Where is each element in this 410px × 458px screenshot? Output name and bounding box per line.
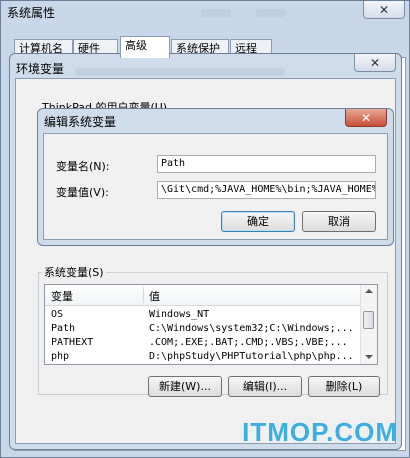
variable-value-label: 变量值(V): [56,186,109,199]
watermark-logo: ITMOP.COM [242,417,398,448]
blurred-text [201,9,231,17]
list-scrollbar[interactable] [360,285,377,364]
variable-value-field[interactable]: \Git\cmd;%JAVA_HOME%\bin;%JAVA_HOME% [157,181,376,199]
list-header: 变量 值 [45,285,361,306]
edit-dialog-title: 编辑系统变量 [44,115,117,129]
scroll-up-arrow-icon[interactable] [365,289,373,293]
table-row[interactable]: php D:\phpStudy\PHPTutorial\php\php... [45,350,361,364]
system-properties-close-button[interactable]: ✕ [363,1,405,19]
column-header-variable[interactable]: 变量 [51,288,73,304]
blurred-text [75,68,285,76]
close-icon: ✕ [360,110,372,125]
edit-variable-button[interactable]: 编辑(I)... [228,376,302,397]
table-row[interactable]: PATHEXT .COM;.EXE;.BAT;.CMD;.VBS;.VBE;..… [45,336,361,350]
edit-dialog-client: 变量名(N): Path 变量值(V): \Git\cmd;%JAVA_HOME… [43,133,388,240]
close-icon: ✕ [369,55,381,70]
new-variable-button[interactable]: 新建(W)... [148,376,222,397]
watermark-text: ITMOP.COM [242,417,398,447]
scroll-thumb[interactable] [363,311,374,329]
edit-dialog-ok-button[interactable]: 确定 [221,211,295,232]
system-variables-label: 系统变量(S) [42,264,106,280]
scroll-down-arrow-icon[interactable] [365,355,373,359]
environment-variables-close-button[interactable]: ✕ [354,54,396,72]
column-header-value[interactable]: 值 [149,288,160,304]
variable-name-field[interactable]: Path [157,155,376,173]
column-divider [143,287,144,303]
blurred-text [256,9,286,17]
variable-name-label: 变量名(N): [56,160,110,173]
edit-dialog-close-button[interactable]: ✕ [345,109,387,127]
close-icon: ✕ [378,2,390,17]
edit-system-variable-dialog: 编辑系统变量 ✕ 变量名(N): Path 变量值(V): \Git\cmd;%… [37,108,394,246]
edit-dialog-cancel-button[interactable]: 取消 [302,211,376,232]
table-row[interactable]: OS Windows_NT [45,308,361,322]
table-row[interactable]: Path C:\Windows\system32;C:\Windows;... [45,322,361,336]
delete-variable-button[interactable]: 删除(L) [308,376,380,397]
system-variables-list[interactable]: 变量 值 OS Windows_NT Path C:\Windows\syste… [44,284,378,365]
tab-advanced[interactable]: 高级 [120,36,170,58]
